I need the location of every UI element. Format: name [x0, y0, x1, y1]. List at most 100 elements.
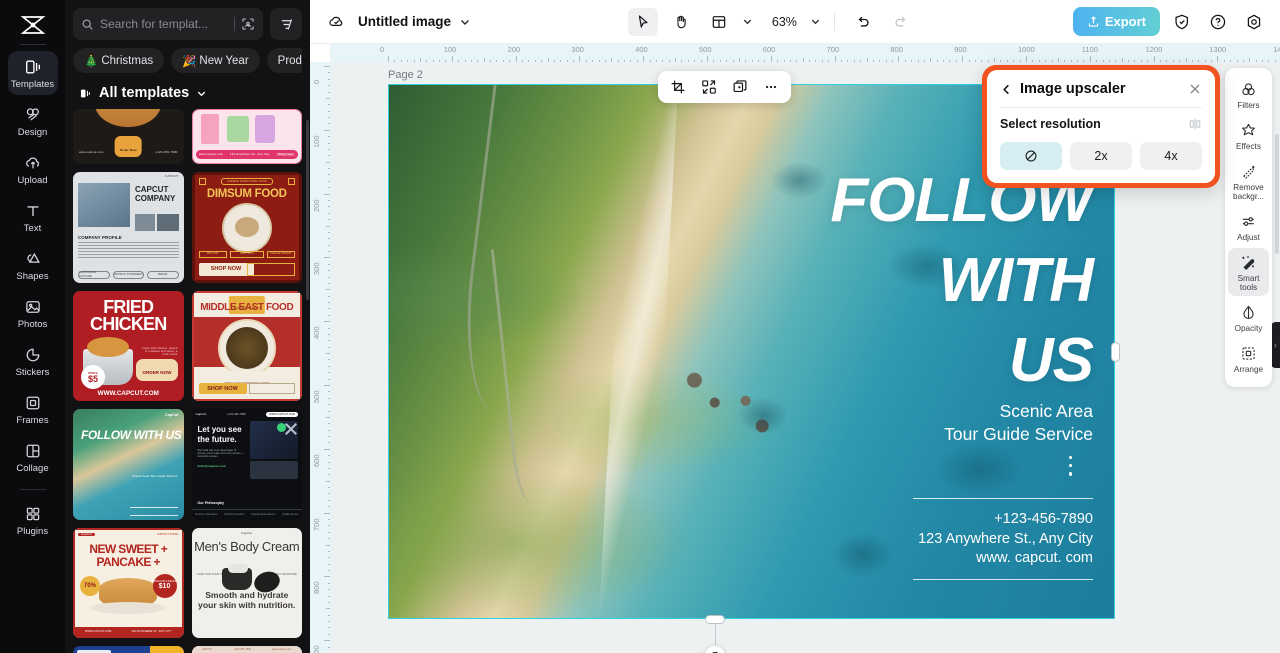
sidebar-item-collage[interactable]: Collage — [8, 435, 58, 479]
select-tool-button[interactable] — [627, 7, 658, 36]
selection-handle-right[interactable] — [1111, 342, 1120, 362]
photos-icon — [23, 297, 43, 317]
card-middle-east-cta: SHOP NOW — [207, 385, 238, 392]
resolution-option-none[interactable] — [1000, 142, 1062, 170]
ruler-v-tick-label: 800 — [312, 581, 321, 595]
undo-button[interactable] — [848, 8, 878, 36]
tool-adjust[interactable]: Adjust — [1228, 207, 1269, 246]
template-card-bakery[interactable]: www.capcut.com Order Now +123-456-7890 — [73, 109, 184, 164]
upscaler-header: Image upscaler — [1000, 81, 1202, 97]
template-card-body-cream[interactable]: CapCut Men's Body Cream CARE FOR YOUR SK… — [191, 527, 302, 638]
chevron-left-icon[interactable] — [1000, 83, 1013, 96]
all-templates-dropdown[interactable]: All templates — [65, 73, 310, 109]
tool-smart-tools[interactable]: Smart tools — [1228, 248, 1269, 296]
ruler-h-tick-label: 900 — [954, 45, 967, 54]
export-button[interactable]: Export — [1072, 7, 1160, 36]
chip-product[interactable]: Produ — [266, 48, 302, 73]
ruler-h-tick-label: 0 — [380, 45, 385, 54]
template-card-fragrance[interactable]: CAPCUT +123-456-7890 www.capcut.com HOME… — [191, 646, 302, 653]
filter-button[interactable] — [270, 8, 302, 40]
template-card-future[interactable]: CapCut +123-456-7890 WWW.CAPCUT.COM Let … — [191, 409, 302, 520]
document-title[interactable]: Untitled image — [358, 14, 451, 29]
card-future-site: WWW.CAPCUT.COM — [266, 412, 298, 418]
sidebar-label-shapes: Shapes — [16, 270, 49, 282]
sidebar-item-text[interactable]: Text — [8, 195, 58, 239]
selection-handle-bottom[interactable] — [705, 615, 725, 624]
title-chevron-down-icon[interactable] — [459, 16, 471, 28]
vertical-ruler: 01002003004005006007008009001000 — [310, 44, 330, 653]
sidebar-item-plugins[interactable]: Plugins — [8, 498, 58, 542]
tool-opacity[interactable]: Opacity — [1228, 298, 1269, 337]
card-company-subtitle: COMPANY PROFILE — [78, 235, 122, 240]
search-input[interactable]: Search for templat... — [73, 8, 263, 40]
tool-arrange[interactable]: Arrange — [1228, 339, 1269, 378]
resolution-option-4x[interactable]: 4x — [1140, 142, 1202, 170]
compare-split-icon[interactable] — [1188, 117, 1202, 131]
redo-icon — [895, 16, 906, 27]
card-bakery-cta: Order Now — [119, 147, 137, 152]
chip-christmas[interactable]: 🎄 Christmas — [73, 48, 165, 73]
chip-new-year-emoji: 🎉 — [182, 55, 197, 68]
zoom-chevron-down-icon[interactable] — [810, 16, 821, 27]
toolbar-divider — [833, 12, 835, 31]
image-search-icon[interactable] — [241, 17, 255, 31]
layout-chevron-down-icon[interactable] — [742, 16, 753, 27]
card-dimsum-tag1: DIM SUM — [206, 252, 219, 256]
crop-button[interactable] — [664, 74, 692, 100]
resolution-option-2x[interactable]: 2x — [1070, 142, 1132, 170]
template-card-follow-with-us[interactable]: CapCut FOLLOW WITH US Scenic Area Tour G… — [73, 409, 184, 520]
design-subtitle-line2: Tour Guide Service — [944, 423, 1093, 444]
layout-tool-button[interactable] — [704, 8, 734, 36]
sidebar-item-shapes[interactable]: Shapes — [8, 243, 58, 287]
redo-button[interactable] — [886, 8, 916, 36]
design-icon — [23, 105, 43, 125]
gear-icon — [1247, 14, 1261, 29]
no-upscale-icon — [1025, 150, 1037, 162]
design-subtitle: Scenic Area Tour Guide Service — [944, 400, 1093, 446]
replace-media-button[interactable] — [695, 74, 723, 100]
sidebar-item-photos[interactable]: Photos — [8, 291, 58, 335]
duplicate-button[interactable] — [726, 74, 754, 100]
more-horizontal-icon — [765, 85, 777, 89]
card-fried-chicken-price: $5 — [87, 373, 98, 384]
card-future-brand: CapCut — [195, 411, 207, 416]
template-card-fried-chicken[interactable]: FRIED CHICKEN Crispy fried chicken, piec… — [73, 290, 184, 401]
sidebar-item-upload[interactable]: Upload — [8, 147, 58, 191]
template-card-pancake[interactable]: CapCut CAPCUT FOOD NEW SWEET + PANCAKE +… — [73, 527, 184, 638]
sidebar-item-frames[interactable]: Frames — [8, 387, 58, 431]
shield-button[interactable] — [1168, 8, 1196, 36]
tool-remove-background[interactable]: Remove backgr... — [1228, 157, 1269, 205]
floating-object-toolbar — [658, 71, 791, 103]
templates-scrollbar[interactable] — [306, 120, 309, 300]
image-upscaler-highlight: Image upscaler Select resolution 2x 4x — [982, 65, 1220, 188]
sidebar-item-templates[interactable]: Templates — [7, 51, 58, 95]
sidebar-item-design[interactable]: Design — [8, 99, 58, 143]
card-company-title: CAPCUT COMPANY — [135, 185, 176, 203]
shield-icon — [1175, 14, 1189, 29]
tool-filters[interactable]: Filters — [1228, 75, 1269, 114]
rotate-handle[interactable] — [704, 645, 726, 653]
sidebar-item-stickers[interactable]: Stickers — [8, 339, 58, 383]
more-options-button[interactable] — [757, 74, 785, 100]
editor-area: Untitled image 63% Export 0 100 200 300 … — [310, 0, 1280, 653]
card-company-btn1: CORPORATE CULTURE — [79, 271, 97, 278]
card-company-btn3: BRAND — [157, 272, 168, 276]
zoom-level[interactable]: 63% — [767, 15, 797, 29]
tool-smart-tools-label: Smart tools — [1237, 274, 1260, 292]
crop-icon — [671, 80, 685, 94]
template-card-middle-east[interactable]: BEST RESTAURANT MIDDLE EAST FOOD MIDDLE … — [191, 290, 302, 401]
canvas-scrollbar[interactable] — [1275, 134, 1279, 254]
help-button[interactable] — [1204, 8, 1232, 36]
template-card-market[interactable]: www.capcut.com 123 Anywhere St., Any Cit… — [191, 109, 302, 164]
settings-button[interactable] — [1240, 8, 1268, 36]
tool-effects[interactable]: Effects — [1228, 116, 1269, 155]
template-card-company[interactable]: CAPCUT CAPCUT COMPANY COMPANY PROFILE CO… — [73, 172, 184, 283]
template-card-dimsum[interactable]: CHINESE TRADITIONAL FOOD DIMSUM FOOD DIM… — [191, 172, 302, 283]
hand-tool-button[interactable] — [666, 8, 696, 36]
tool-arrange-label: Arrange — [1233, 365, 1264, 374]
template-card-invest[interactable]: N SUNRISE INVEST TODAY! SECURE FUTURE — [73, 646, 184, 653]
chip-new-year[interactable]: 🎉 New Year — [171, 48, 260, 73]
capcut-logo[interactable] — [13, 10, 53, 40]
cloud-saved-icon[interactable] — [322, 8, 350, 36]
close-icon[interactable] — [1188, 82, 1202, 96]
